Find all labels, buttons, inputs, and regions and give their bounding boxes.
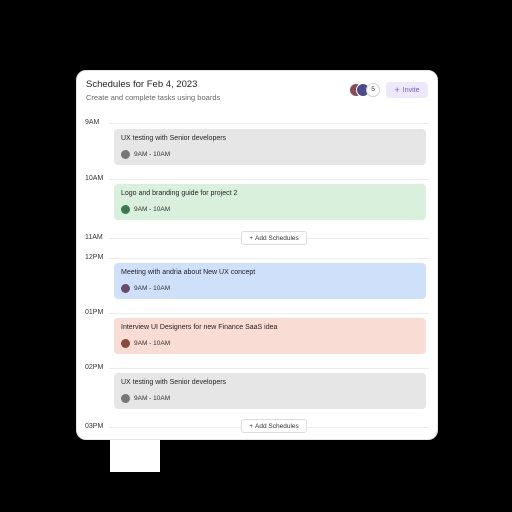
hour-divider	[109, 123, 429, 124]
user-avatar-icon	[121, 150, 130, 159]
event-time: 9AM - 10AM	[134, 285, 171, 292]
event-title: UX testing with Senior developers	[121, 135, 227, 142]
event-title: UX testing with Senior developers	[121, 379, 227, 386]
time-label: 12PM	[85, 254, 104, 261]
add-schedules-label: Add Schedules	[255, 422, 299, 430]
page-title: Schedules for Feb 4, 2023	[86, 79, 198, 90]
hour-divider	[109, 313, 429, 314]
event-meta: 9AM - 10AM	[121, 205, 170, 214]
event-meta: 9AM - 10AM	[121, 339, 170, 348]
event-card[interactable]: UX testing with Senior developers 9AM - …	[114, 129, 426, 165]
hour-divider	[109, 368, 429, 369]
event-card[interactable]: UX testing with Senior developers 9AM - …	[114, 373, 426, 409]
page-subtitle: Create and complete tasks using boards	[86, 93, 221, 102]
event-meta: 9AM - 10AM	[121, 150, 170, 159]
user-avatar-icon	[121, 205, 130, 214]
invite-button[interactable]: + Invite	[386, 82, 428, 98]
event-title: Interview UI Designers for new Finance S…	[121, 324, 278, 331]
time-label: 9AM	[85, 119, 100, 126]
avatar-count: 5	[366, 83, 380, 97]
avatar-group[interactable]: 5	[349, 83, 389, 97]
time-label: 01PM	[85, 309, 104, 316]
add-schedules-button[interactable]: + Add Schedules	[241, 231, 307, 245]
time-label: 03PM	[85, 423, 104, 430]
time-label: 11AM	[85, 234, 103, 241]
plus-icon: +	[249, 234, 254, 242]
event-meta: 9AM - 10AM	[121, 394, 170, 403]
hour-divider	[109, 258, 429, 259]
event-card[interactable]: Interview UI Designers for new Finance S…	[114, 318, 426, 354]
add-schedules-label: Add Schedules	[255, 234, 299, 242]
add-schedules-button[interactable]: + Add Schedules	[241, 419, 307, 433]
time-label: 02PM	[85, 364, 104, 371]
event-card[interactable]: Logo and branding guide for project 2 9A…	[114, 184, 426, 220]
plus-icon: +	[249, 422, 254, 430]
plus-icon: +	[394, 84, 400, 95]
event-time: 9AM - 10AM	[134, 206, 171, 213]
background-panel	[110, 438, 160, 472]
event-time: 9AM - 10AM	[134, 340, 171, 347]
user-avatar-icon	[121, 339, 130, 348]
event-title: Logo and branding guide for project 2	[121, 190, 238, 197]
schedule-card: Schedules for Feb 4, 2023 Create and com…	[76, 70, 438, 440]
event-time: 9AM - 10AM	[134, 395, 171, 402]
hour-divider	[109, 179, 429, 180]
event-meta: 9AM - 10AM	[121, 284, 170, 293]
invite-label: Invite	[402, 86, 420, 94]
user-avatar-icon	[121, 284, 130, 293]
event-time: 9AM - 10AM	[134, 151, 171, 158]
user-avatar-icon	[121, 394, 130, 403]
time-label: 10AM	[85, 175, 104, 182]
event-title: Meeting with andria about New UX concept	[121, 269, 256, 276]
event-card[interactable]: Meeting with andria about New UX concept…	[114, 263, 426, 299]
